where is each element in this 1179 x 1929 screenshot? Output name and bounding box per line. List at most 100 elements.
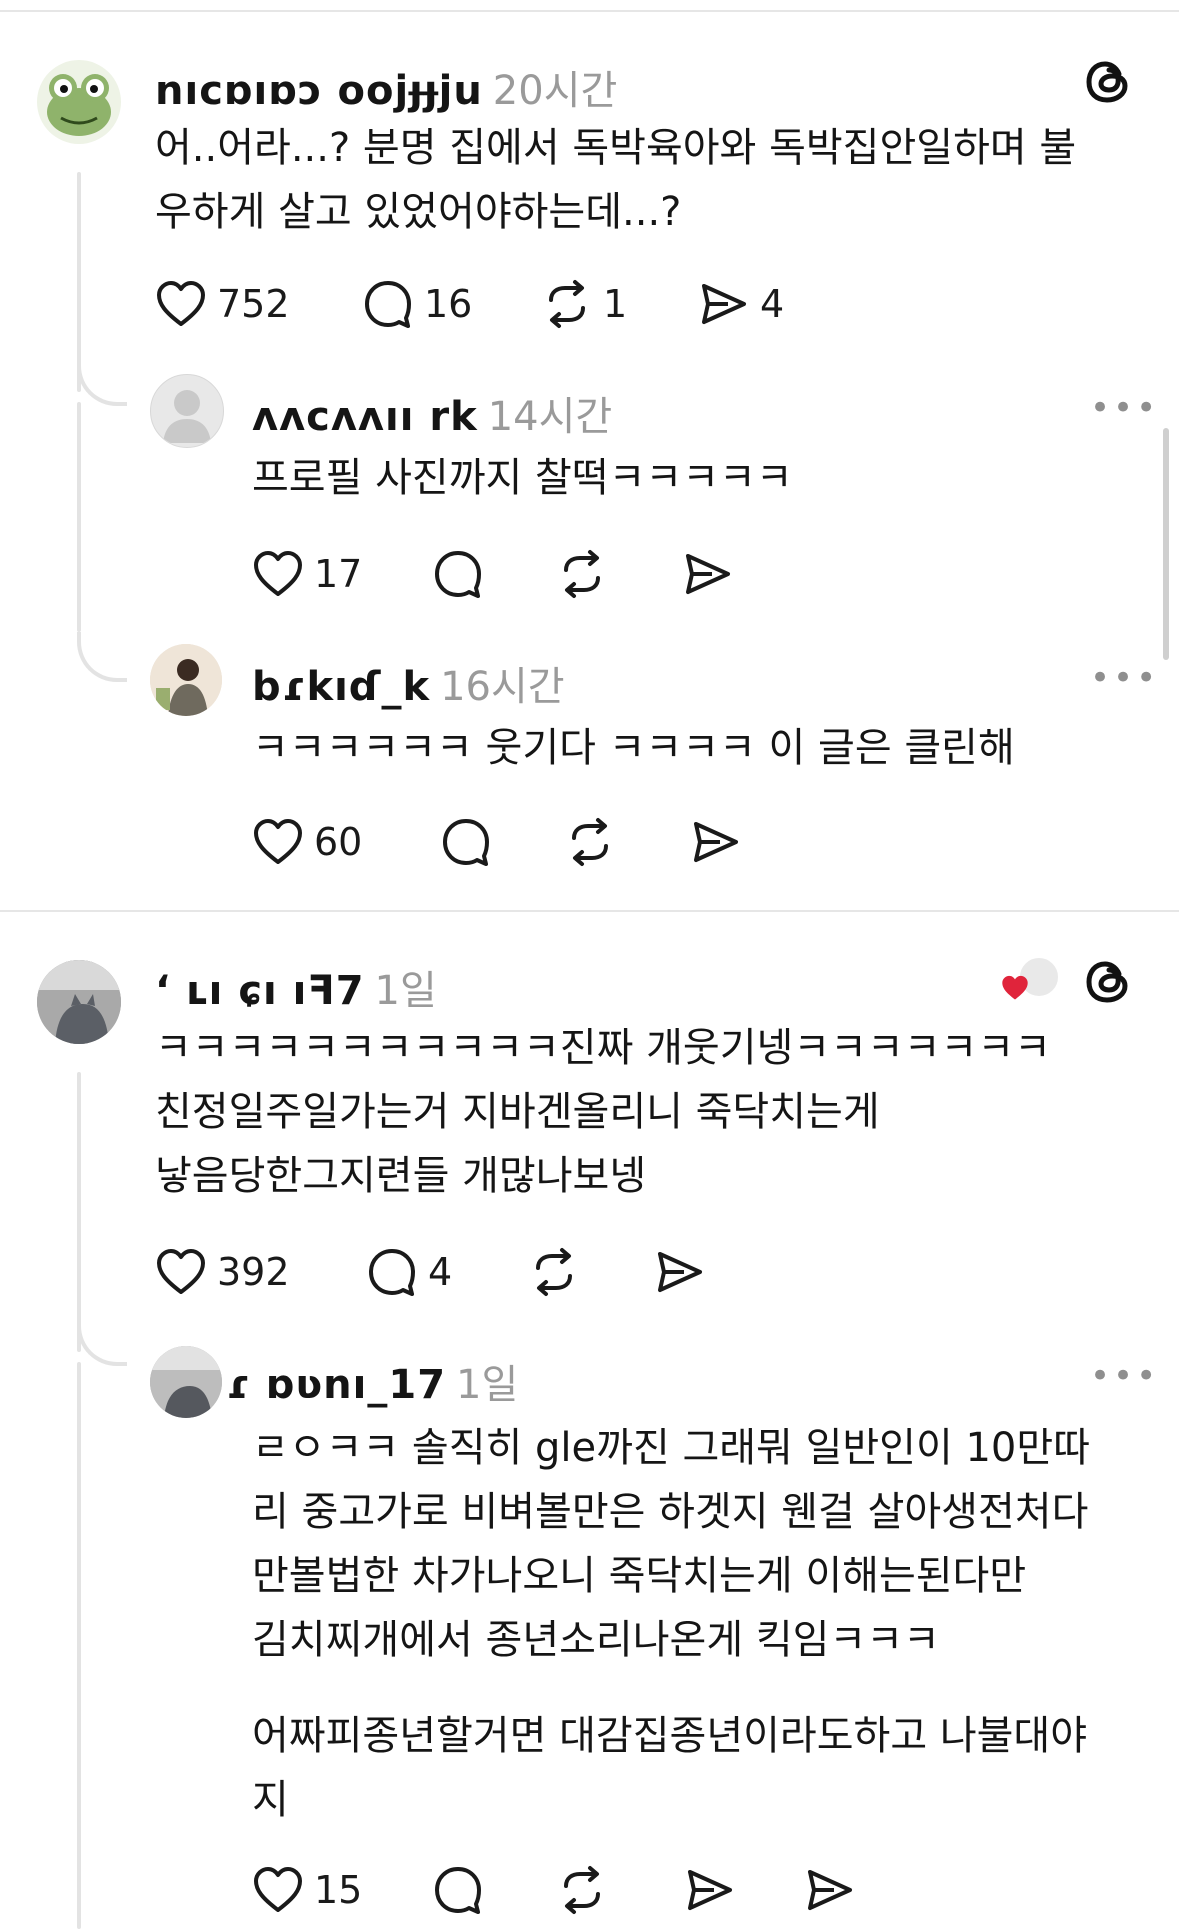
post-username[interactable]: nıcɒıɒɔ oojɟɟju 20시간 bbox=[155, 58, 617, 116]
red-heart-icon bbox=[1002, 975, 1028, 1000]
reply-button[interactable]: 16 bbox=[362, 276, 472, 332]
reply-count: 16 bbox=[424, 282, 473, 326]
thread-curve bbox=[77, 356, 127, 406]
cat-photo-avatar-icon[interactable] bbox=[37, 960, 121, 1044]
repost-button[interactable] bbox=[564, 814, 616, 870]
repost-button[interactable] bbox=[556, 1862, 608, 1918]
share-button[interactable] bbox=[654, 1244, 706, 1300]
reply-username[interactable]: ɾ ɒʋnı_17 1일 bbox=[226, 1352, 518, 1410]
reply-text-line: 지 bbox=[252, 1777, 289, 1823]
username-text[interactable]: ɾ ɒʋnı_17 bbox=[226, 1362, 446, 1408]
reply-text-paragraph: 어짜피종년할거면 대감집종년이라도하고 나불대야 지 bbox=[252, 1704, 1087, 1832]
heart-icon bbox=[157, 1249, 205, 1294]
like-count: 392 bbox=[217, 1250, 290, 1294]
reply-text-line: ㅋㅋㅋㅋㅋㅋ 웃기다 ㅋㅋㅋㅋ 이 글은 클린해 bbox=[252, 725, 1015, 771]
thread-curve bbox=[77, 632, 127, 682]
like-button[interactable]: 60 bbox=[252, 814, 362, 870]
repost-button[interactable] bbox=[556, 546, 608, 602]
reply-text: ㄹㅇㅋㅋ 솔직히 gle까진 그래뭐 일반인이 10만따 리 중고가로 비벼볼만… bbox=[252, 1416, 1090, 1672]
thread-line bbox=[77, 402, 81, 632]
post-text-line: 낳음당한그지련들 개많나보넹 bbox=[155, 1153, 647, 1199]
username-text[interactable]: nıcɒıɒɔ oojɟɟju bbox=[155, 68, 483, 114]
heart-icon bbox=[254, 819, 302, 864]
comment-bubble-icon bbox=[435, 551, 481, 598]
repost-icon bbox=[564, 550, 600, 598]
post-text-line: 우하게 살고 있었어야하는데...? bbox=[155, 189, 682, 235]
threads-logo-icon bbox=[1086, 961, 1128, 1003]
share-button[interactable]: 4 bbox=[698, 276, 784, 332]
comment-bubble-icon bbox=[435, 1867, 481, 1914]
post-divider bbox=[0, 910, 1179, 912]
repost-count: 1 bbox=[603, 282, 628, 326]
post-time: 1일 bbox=[374, 968, 437, 1014]
share-button[interactable] bbox=[682, 546, 734, 602]
reply-count: 4 bbox=[428, 1250, 453, 1294]
share-button[interactable] bbox=[690, 814, 742, 870]
reply-button[interactable]: 4 bbox=[366, 1244, 452, 1300]
send-icon bbox=[808, 1870, 852, 1910]
username-text[interactable]: ʌʌcʌʌıı rk bbox=[252, 394, 478, 440]
like-count: 15 bbox=[314, 1868, 363, 1912]
repost-icon bbox=[536, 1248, 572, 1296]
top-divider bbox=[0, 10, 1179, 12]
frog-avatar-icon[interactable] bbox=[37, 60, 121, 144]
more-options-button[interactable]: ••• bbox=[1090, 391, 1159, 425]
reply-time: 1일 bbox=[456, 1362, 519, 1408]
post-text: ㅋㅋㅋㅋㅋㅋㅋㅋㅋㅋㅋ진짜 개웃기넹ㅋㅋㅋㅋㅋㅋㅋ 친정일주일가는거 지바겐올리… bbox=[155, 1016, 1051, 1208]
reply-button[interactable] bbox=[432, 1862, 484, 1918]
reply-text-line: 어짜피종년할거면 대감집종년이라도하고 나불대야 bbox=[252, 1713, 1088, 1759]
send-icon bbox=[694, 822, 738, 862]
heart-icon bbox=[157, 281, 205, 326]
heart-icon bbox=[254, 1867, 302, 1912]
reply-username[interactable]: ʌʌcʌʌıı rk 14시간 bbox=[252, 384, 612, 442]
like-button[interactable]: 392 bbox=[155, 1244, 290, 1300]
scrollbar[interactable] bbox=[1163, 428, 1169, 660]
reply-button[interactable] bbox=[440, 814, 492, 870]
like-count: 752 bbox=[217, 282, 290, 326]
repost-button[interactable]: 1 bbox=[541, 276, 627, 332]
reply-text: 프로필 사진까지 찰떡ㅋㅋㅋㅋㅋ bbox=[252, 446, 793, 510]
more-options-button[interactable]: ••• bbox=[1090, 1359, 1159, 1393]
repost-icon bbox=[549, 280, 585, 328]
reply-text-line: 리 중고가로 비벼볼만은 하겟지 웬걸 살아생전처다 bbox=[252, 1489, 1089, 1535]
like-button[interactable]: 15 bbox=[252, 1862, 362, 1918]
reply-text-line: ㄹㅇㅋㅋ 솔직히 gle까진 그래뭐 일반인이 10만따 bbox=[252, 1425, 1090, 1471]
post-username[interactable]: ʻ ʟı ɕı ıꟻ7 1일 bbox=[155, 958, 437, 1016]
reply-text: ㅋㅋㅋㅋㅋㅋ 웃기다 ㅋㅋㅋㅋ 이 글은 클린해 bbox=[252, 716, 1015, 780]
reply-username[interactable]: bɾkıɗ_k 16시간 bbox=[252, 654, 565, 712]
comment-bubble-icon bbox=[443, 819, 489, 866]
more-options-button[interactable]: ••• bbox=[1090, 661, 1159, 695]
send-icon bbox=[688, 1870, 732, 1910]
reply-text-line: 만볼법한 차가나오니 죽닥치는게 이해는된다만 bbox=[252, 1553, 1027, 1599]
username-text[interactable]: bɾkıɗ_k bbox=[252, 664, 430, 710]
heart-icon bbox=[254, 551, 302, 596]
send-icon bbox=[686, 554, 730, 594]
like-count: 60 bbox=[314, 820, 363, 864]
post-text-line: ㅋㅋㅋㅋㅋㅋㅋㅋㅋㅋㅋ진짜 개웃기넹ㅋㅋㅋㅋㅋㅋㅋ bbox=[155, 1025, 1051, 1071]
liked-by-avatar[interactable] bbox=[1000, 956, 1060, 1006]
reply-text-line: 김치찌개에서 종년소리나온게 킥임ㅋㅋㅋ bbox=[252, 1617, 940, 1663]
repost-icon bbox=[564, 1866, 600, 1914]
post-text-line: 어..어라...? 분명 집에서 독박육아와 독박집안일하며 불 bbox=[155, 125, 1077, 171]
repost-button[interactable] bbox=[528, 1244, 580, 1300]
share-button[interactable] bbox=[684, 1862, 736, 1918]
reply-time: 16시간 bbox=[440, 664, 565, 710]
post-text-line: 친정일주일가는거 지바겐올리니 죽닥치는게 bbox=[155, 1089, 880, 1135]
share-count: 4 bbox=[760, 282, 785, 326]
photo-avatar-icon[interactable] bbox=[150, 644, 222, 716]
like-count: 17 bbox=[314, 552, 363, 596]
send-button[interactable] bbox=[804, 1862, 856, 1918]
threads-logo-icon bbox=[1086, 61, 1128, 103]
reply-button[interactable] bbox=[432, 546, 484, 602]
comment-bubble-icon bbox=[369, 1249, 415, 1296]
thread-curve bbox=[77, 1316, 127, 1366]
default-avatar-icon[interactable] bbox=[150, 374, 224, 448]
thread-line bbox=[77, 1362, 81, 1929]
thread-line bbox=[77, 1072, 81, 1352]
like-button[interactable]: 17 bbox=[252, 546, 362, 602]
reply-time: 14시간 bbox=[487, 394, 613, 440]
post-time: 20시간 bbox=[492, 68, 618, 114]
cat-photo-avatar-icon[interactable] bbox=[150, 1346, 222, 1418]
username-text[interactable]: ʻ ʟı ɕı ıꟻ7 bbox=[155, 968, 365, 1014]
like-button[interactable]: 752 bbox=[155, 276, 290, 332]
